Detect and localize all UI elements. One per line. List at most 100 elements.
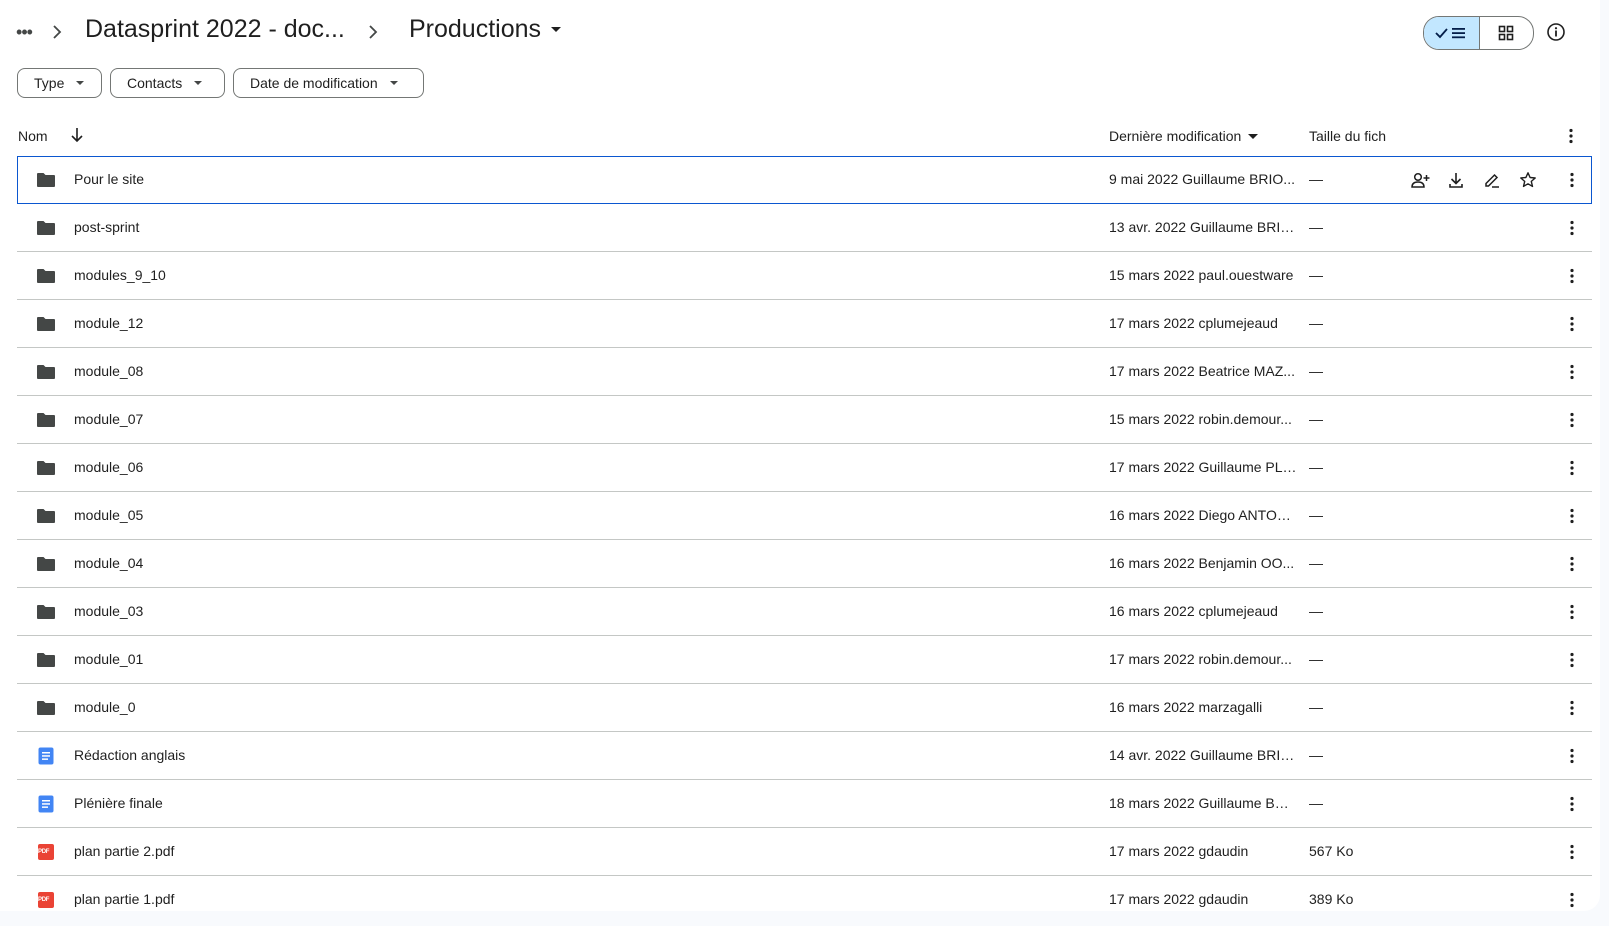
list-view-button[interactable]: [1424, 17, 1480, 49]
folder-icon: [35, 649, 57, 671]
table-row[interactable]: Plénière finale 18 mars 2022 Guillaume BR…: [17, 780, 1592, 828]
star-icon[interactable]: [1517, 169, 1539, 191]
file-size: —: [1309, 699, 1323, 715]
check-list-icon: [1435, 28, 1466, 39]
more-vert-icon[interactable]: [1561, 126, 1581, 149]
info-icon[interactable]: [1544, 20, 1568, 44]
file-size: —: [1309, 363, 1323, 379]
file-name[interactable]: module_06: [74, 459, 143, 475]
last-modified: 16 mars 2022 Diego ANTOLI...: [1109, 507, 1297, 523]
breadcrumb-current-label: Productions: [409, 15, 542, 43]
more-vert-icon[interactable]: [1561, 553, 1583, 575]
table-row[interactable]: Rédaction anglais 14 avr. 2022 Guillaume …: [17, 732, 1592, 780]
column-header-name[interactable]: Nom: [18, 128, 48, 144]
more-vert-icon[interactable]: [1561, 889, 1583, 911]
table-row[interactable]: PDF plan partie 2.pdf 17 mars 2022 gdaudin…: [17, 828, 1592, 876]
share-person-add-icon[interactable]: [1409, 169, 1431, 191]
file-name[interactable]: post-sprint: [74, 219, 139, 235]
more-vert-icon[interactable]: [1561, 409, 1583, 431]
table-row[interactable]: module_06 17 mars 2022 Guillaume PLI... —: [17, 444, 1592, 492]
table-row[interactable]: modules_9_10 15 mars 2022 paul.ouestware —: [17, 252, 1592, 300]
more-vert-icon[interactable]: [1561, 505, 1583, 527]
google-doc-icon: [35, 793, 57, 815]
pdf-icon: PDF: [35, 841, 57, 863]
file-name[interactable]: module_07: [74, 411, 143, 427]
more-vert-icon[interactable]: [1561, 361, 1583, 383]
file-name[interactable]: module_12: [74, 315, 143, 331]
more-vert-icon[interactable]: [1561, 169, 1583, 191]
file-name[interactable]: module_0: [74, 699, 136, 715]
column-header-modified[interactable]: Dernière modification: [1109, 128, 1259, 144]
file-name[interactable]: plan partie 1.pdf: [74, 891, 174, 907]
last-modified: 9 mai 2022 Guillaume BRIO...: [1109, 171, 1295, 187]
file-name[interactable]: module_05: [74, 507, 143, 523]
more-vert-icon[interactable]: [1561, 313, 1583, 335]
filter-label: Contacts: [127, 75, 183, 91]
breadcrumb-parent[interactable]: Datasprint 2022 - doc...: [85, 15, 345, 44]
download-icon[interactable]: [1445, 169, 1467, 191]
more-vert-icon[interactable]: [1561, 217, 1583, 239]
filter-contacts-chip[interactable]: Contacts: [110, 68, 225, 98]
folder-icon: [35, 697, 57, 719]
more-vert-icon[interactable]: [1561, 457, 1583, 479]
table-row[interactable]: module_08 17 mars 2022 Beatrice MAZ... —: [17, 348, 1592, 396]
file-name[interactable]: plan partie 2.pdf: [74, 843, 174, 859]
folder-icon: [35, 457, 57, 479]
file-name[interactable]: modules_9_10: [74, 267, 166, 283]
more-vert-icon[interactable]: [1561, 745, 1583, 767]
more-vert-icon[interactable]: [1561, 841, 1583, 863]
more-vert-icon[interactable]: [1561, 265, 1583, 287]
table-row[interactable]: module_03 16 mars 2022 cplumejeaud —: [17, 588, 1592, 636]
dropdown-caret-icon: [194, 81, 203, 85]
last-modified: 17 mars 2022 Guillaume PLI...: [1109, 459, 1297, 475]
last-modified: 16 mars 2022 cplumejeaud: [1109, 603, 1278, 619]
pdf-icon: PDF: [35, 889, 57, 911]
file-name[interactable]: module_01: [74, 651, 143, 667]
file-name[interactable]: Pour le site: [74, 171, 144, 187]
sort-arrow-down-icon[interactable]: [69, 126, 85, 147]
table-row[interactable]: module_01 17 mars 2022 robin.demour... —: [17, 636, 1592, 684]
file-name[interactable]: Plénière finale: [74, 795, 163, 811]
last-modified: 15 mars 2022 paul.ouestware: [1109, 267, 1294, 283]
column-header-size[interactable]: Taille du fich: [1309, 128, 1386, 144]
folder-icon: [35, 505, 57, 527]
grid-view-button[interactable]: [1480, 17, 1534, 49]
more-vert-icon[interactable]: [1561, 697, 1583, 719]
pdf-badge-text: PDF: [38, 849, 50, 855]
table-row[interactable]: module_05 16 mars 2022 Diego ANTOLI... —: [17, 492, 1592, 540]
table-row[interactable]: module_07 15 mars 2022 robin.demour... —: [17, 396, 1592, 444]
file-size: —: [1309, 603, 1323, 619]
last-modified: 13 avr. 2022 Guillaume BRIO...: [1109, 219, 1297, 235]
table-row[interactable]: module_0 16 mars 2022 marzagalli —: [17, 684, 1592, 732]
file-size: 567 Ko: [1309, 843, 1354, 859]
file-size: —: [1309, 747, 1323, 763]
file-size: —: [1309, 555, 1323, 571]
folder-icon: [35, 313, 57, 335]
table-row[interactable]: module_04 16 mars 2022 Benjamin OO... —: [17, 540, 1592, 588]
table-row[interactable]: Pour le site 9 mai 2022 Guillaume BRIO...…: [17, 156, 1592, 204]
file-name[interactable]: Rédaction anglais: [74, 747, 185, 763]
last-modified: 17 mars 2022 gdaudin: [1109, 891, 1249, 907]
filter-date-chip[interactable]: Date de modification: [233, 68, 424, 98]
last-modified: 15 mars 2022 robin.demour...: [1109, 411, 1292, 427]
more-vert-icon[interactable]: [1561, 649, 1583, 671]
folder-icon: [35, 361, 57, 383]
google-doc-icon: [35, 745, 57, 767]
breadcrumb-more-button[interactable]: •••: [10, 18, 38, 46]
table-row[interactable]: post-sprint 13 avr. 2022 Guillaume BRIO..…: [17, 204, 1592, 252]
file-size: —: [1309, 219, 1323, 235]
chevron-right-icon: [50, 20, 64, 44]
dropdown-caret-icon: [389, 81, 398, 85]
file-name[interactable]: module_08: [74, 363, 143, 379]
rename-pencil-icon[interactable]: [1481, 169, 1503, 191]
table-row[interactable]: module_12 17 mars 2022 cplumejeaud —: [17, 300, 1592, 348]
view-toggle: [1423, 16, 1534, 50]
breadcrumb-current-folder[interactable]: Productions: [409, 15, 562, 44]
more-vert-icon[interactable]: [1561, 793, 1583, 815]
file-name[interactable]: module_03: [74, 603, 143, 619]
filter-type-chip[interactable]: Type: [17, 68, 102, 98]
table-row[interactable]: PDF plan partie 1.pdf 17 mars 2022 gdaudin…: [17, 876, 1592, 911]
file-name[interactable]: module_04: [74, 555, 143, 571]
more-vert-icon[interactable]: [1561, 601, 1583, 623]
file-size: —: [1309, 507, 1323, 523]
